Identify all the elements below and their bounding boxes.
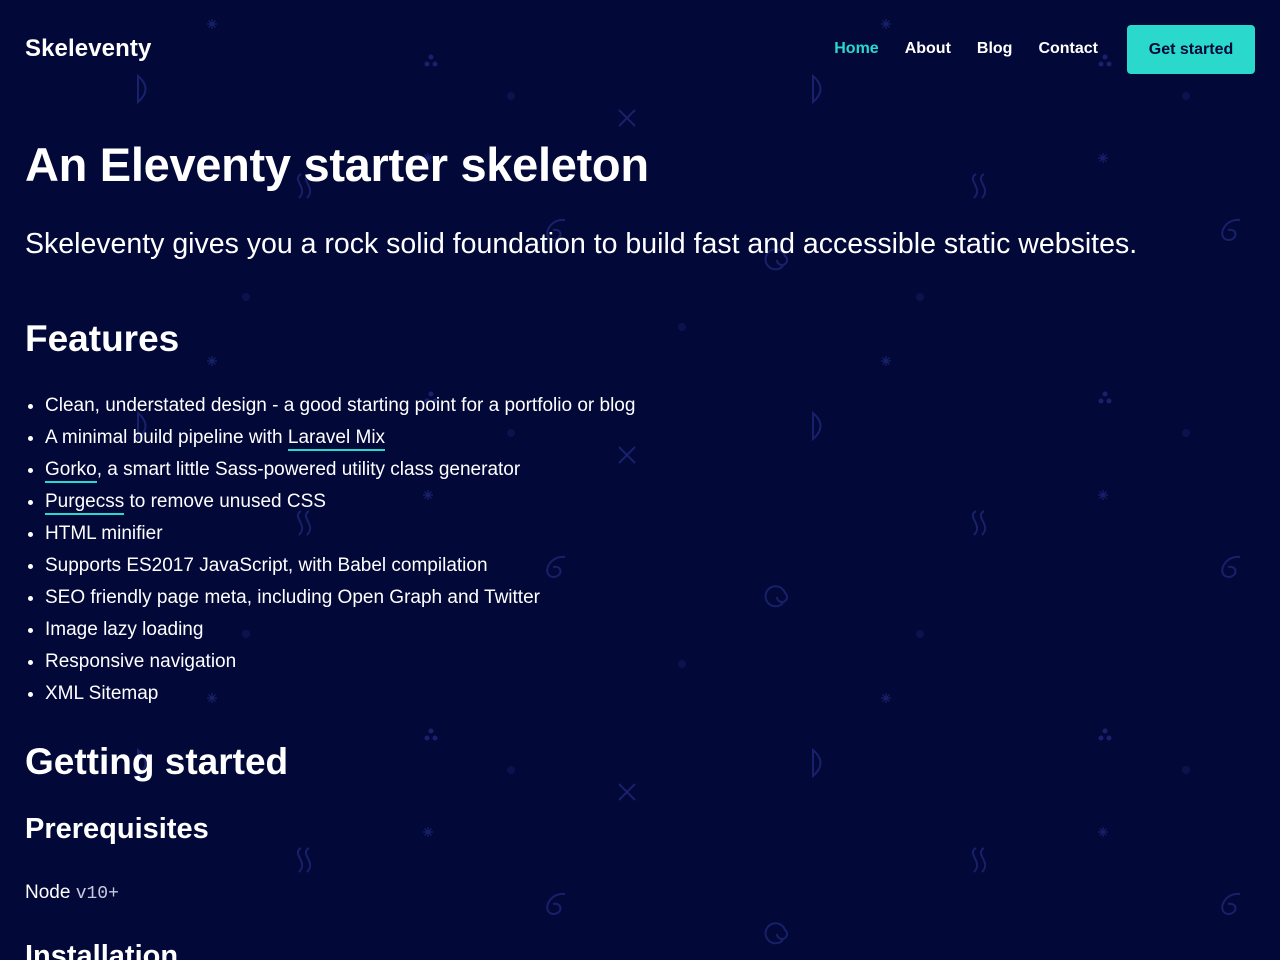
background-doodle <box>1098 398 1104 404</box>
site-header: Skeleventy Home About Blog Contact Get s… <box>0 0 1280 100</box>
background-doodle <box>296 847 312 873</box>
feature-text: Clean, understated design - a good start… <box>45 395 636 416</box>
purgecss-link[interactable]: Purgecss <box>45 491 125 515</box>
features-heading: Features <box>25 318 180 359</box>
lead-text: Skeleventy gives you a rock solid founda… <box>25 228 1138 260</box>
feature-text: Supports ES2017 JavaScript, with Babel c… <box>45 555 488 576</box>
feature-text: HTML minifier <box>45 523 163 544</box>
background-doodle <box>424 735 430 741</box>
background-doodle <box>618 109 636 127</box>
background-doodle <box>916 293 924 301</box>
background-doodle <box>1102 391 1108 397</box>
feature-text: , a smart little Sass-powered utility cl… <box>96 459 521 480</box>
background-doodle <box>764 922 788 945</box>
background-doodle <box>764 585 788 608</box>
features-list: Clean, understated design - a good start… <box>25 390 635 710</box>
feature-text: Responsive navigation <box>45 651 237 672</box>
feature-text: SEO friendly page meta, including Open G… <box>45 587 540 608</box>
background-doodle <box>423 827 433 837</box>
background-doodle <box>242 293 250 301</box>
background-doodle <box>678 660 686 668</box>
background-doodle <box>678 323 686 331</box>
site-logo[interactable]: Skeleventy <box>25 35 151 63</box>
feature-item: A minimal build pipeline with Laravel Mi… <box>45 422 635 454</box>
installation-heading: Installation <box>25 940 179 960</box>
feature-item: Supports ES2017 JavaScript, with Babel c… <box>45 550 635 582</box>
feature-item: Responsive navigation <box>45 646 635 678</box>
feature-item: Clean, understated design - a good start… <box>45 390 635 422</box>
nav-item-about[interactable]: About <box>905 40 951 58</box>
background-doodle <box>1221 218 1241 242</box>
feature-item: Gorko, a smart little Sass-powered utili… <box>45 454 635 486</box>
background-doodle <box>1098 827 1108 837</box>
background-doodle <box>207 356 217 366</box>
prerequisites-heading: Prerequisites <box>25 813 209 845</box>
background-doodle <box>971 173 987 199</box>
background-doodle <box>428 728 434 734</box>
background-doodle <box>916 630 924 638</box>
node-requirement: Node v10+ <box>25 882 119 904</box>
background-doodle <box>1098 490 1108 500</box>
background-doodle <box>432 735 438 741</box>
background-doodle <box>546 892 566 916</box>
node-label: Node <box>25 882 71 903</box>
background-doodle <box>1106 398 1112 404</box>
feature-item: SEO friendly page meta, including Open G… <box>45 582 635 614</box>
node-version: v10+ <box>75 884 119 904</box>
background-doodle <box>1098 735 1104 741</box>
feature-text: Image lazy loading <box>45 619 204 640</box>
background-doodle <box>971 510 987 536</box>
feature-item: XML Sitemap <box>45 678 635 710</box>
getting-started-heading: Getting started <box>25 741 289 782</box>
feature-text: XML Sitemap <box>45 683 159 704</box>
feature-text: to remove unused CSS <box>124 491 326 512</box>
nav-item-home[interactable]: Home <box>834 40 878 58</box>
feature-item: Purgecss to remove unused CSS <box>45 486 635 518</box>
background-doodle <box>1098 153 1108 163</box>
background-doodle <box>1182 429 1190 437</box>
page-title: An Eleventy starter skeleton <box>25 138 649 191</box>
background-doodle <box>812 747 822 779</box>
background-doodle <box>812 410 822 442</box>
background-doodle <box>881 356 891 366</box>
feature-item: Image lazy loading <box>45 614 635 646</box>
background-doodle <box>618 783 636 801</box>
feature-text: A minimal build pipeline with <box>45 427 288 448</box>
feature-item: HTML minifier <box>45 518 635 550</box>
background-doodle <box>881 693 891 703</box>
background-doodle <box>1221 892 1241 916</box>
get-started-button[interactable]: Get started <box>1127 25 1255 74</box>
background-doodle <box>1182 766 1190 774</box>
background-doodle <box>1221 555 1241 579</box>
gorko-link[interactable]: Gorko <box>45 459 97 483</box>
laravel-mix-link[interactable]: Laravel Mix <box>287 427 386 451</box>
background-doodle <box>1106 735 1112 741</box>
background-doodle <box>507 766 515 774</box>
main-nav: Home About Blog Contact <box>834 40 1098 58</box>
background-doodle <box>1102 728 1108 734</box>
nav-item-contact[interactable]: Contact <box>1038 40 1098 58</box>
background-doodle <box>971 847 987 873</box>
nav-item-blog[interactable]: Blog <box>977 40 1013 58</box>
